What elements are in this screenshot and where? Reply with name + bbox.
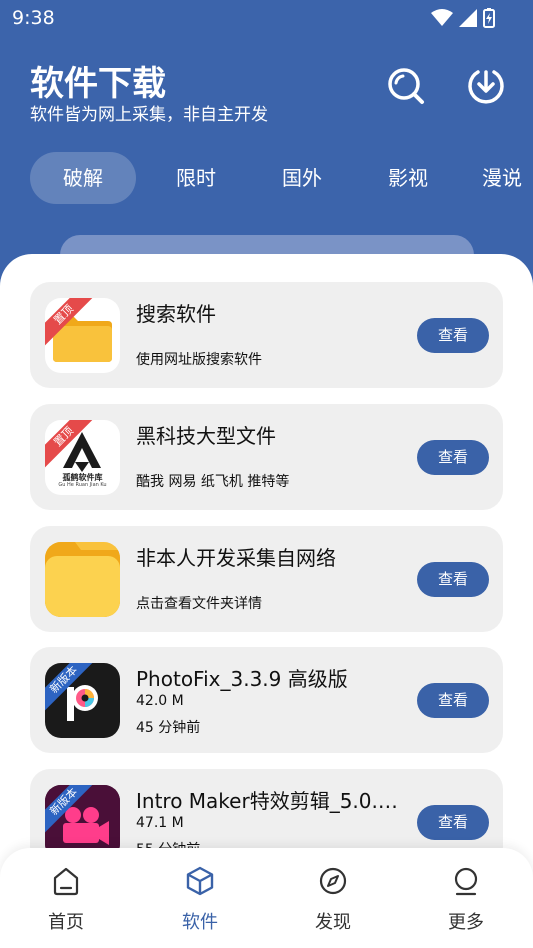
list-item[interactable]: 孤鹤软件库 Gu He Ruan Jian Ku 置顶 黑科技大型文件 酷我 网…	[30, 404, 503, 510]
app-desc: 使用网址版搜索软件	[136, 352, 262, 368]
status-time: 9:38	[12, 7, 55, 29]
app-size: 47.1 M	[136, 815, 184, 831]
download-button[interactable]	[466, 66, 506, 106]
nav-discover[interactable]: 发现	[293, 866, 373, 934]
wifi-icon	[431, 9, 453, 26]
nav-home[interactable]: 首页	[26, 866, 106, 934]
app-title: PhotoFix_3.3.9 高级版	[136, 667, 348, 691]
app-title: 黑科技大型文件	[136, 424, 276, 448]
search-icon	[388, 68, 424, 104]
app-title: Intro Maker特效剪辑_5.0.3...	[136, 789, 406, 813]
search-button[interactable]	[386, 66, 426, 106]
tab-foreign[interactable]: 国外	[268, 152, 336, 204]
app-title: 搜索软件	[136, 302, 216, 326]
app-size: 42.0 M	[136, 693, 184, 709]
view-button[interactable]: 查看	[417, 318, 489, 353]
bottom-nav: 首页 软件 发现 更多	[0, 848, 533, 948]
nav-software[interactable]: 软件	[160, 866, 240, 934]
box-icon	[186, 866, 214, 896]
person-icon	[454, 867, 478, 896]
nav-more[interactable]: 更多	[426, 866, 506, 934]
home-icon	[53, 867, 79, 896]
tab-crack[interactable]: 破解	[30, 152, 136, 204]
app-desc: 点击查看文件夹详情	[136, 596, 262, 612]
page-subtitle: 软件皆为网上采集，非自主开发	[30, 105, 268, 125]
status-icons	[431, 8, 495, 28]
folder-icon: 置顶	[45, 298, 120, 373]
nav-label: 发现	[315, 912, 351, 933]
tab-video[interactable]: 影视	[374, 152, 442, 204]
list-item[interactable]: 新版本 PhotoFix_3.3.9 高级版 42.0 M 45 分钟前 查看	[30, 647, 503, 753]
folder-icon	[45, 542, 120, 617]
signal-icon	[459, 9, 477, 27]
list-item[interactable]: 非本人开发采集自网络 点击查看文件夹详情 查看	[30, 526, 503, 632]
nav-label: 首页	[48, 912, 84, 933]
view-button[interactable]: 查看	[417, 440, 489, 475]
app-list-sheet: 置顶 搜索软件 使用网址版搜索软件 查看 孤鹤软件库 Gu He Ruan Ji…	[0, 254, 533, 948]
status-bar: 9:38	[0, 0, 533, 36]
tab-comic[interactable]: 漫说	[468, 152, 533, 204]
app-title: 非本人开发采集自网络	[136, 546, 336, 570]
view-button[interactable]: 查看	[417, 805, 489, 840]
logo-subtext: Gu He Ruan Jian Ku	[58, 482, 107, 488]
compass-icon	[319, 867, 347, 895]
nav-label: 更多	[448, 912, 484, 933]
view-button[interactable]: 查看	[417, 562, 489, 597]
category-tabs: 破解 限时 国外 影视 漫说	[30, 152, 533, 206]
list-item[interactable]: 置顶 搜索软件 使用网址版搜索软件 查看	[30, 282, 503, 388]
battery-icon	[483, 8, 495, 28]
app-time: 45 分钟前	[136, 720, 201, 736]
app-logo-icon: 孤鹤软件库 Gu He Ruan Jian Ku 置顶	[45, 420, 120, 495]
download-icon	[468, 70, 504, 104]
tab-limited[interactable]: 限时	[162, 152, 230, 204]
photofix-icon: 新版本	[45, 663, 120, 738]
app-desc: 酷我 网易 纸飞机 推特等	[136, 474, 290, 490]
nav-label: 软件	[182, 912, 218, 933]
view-button[interactable]: 查看	[417, 683, 489, 718]
page-title: 软件下载	[30, 64, 166, 104]
